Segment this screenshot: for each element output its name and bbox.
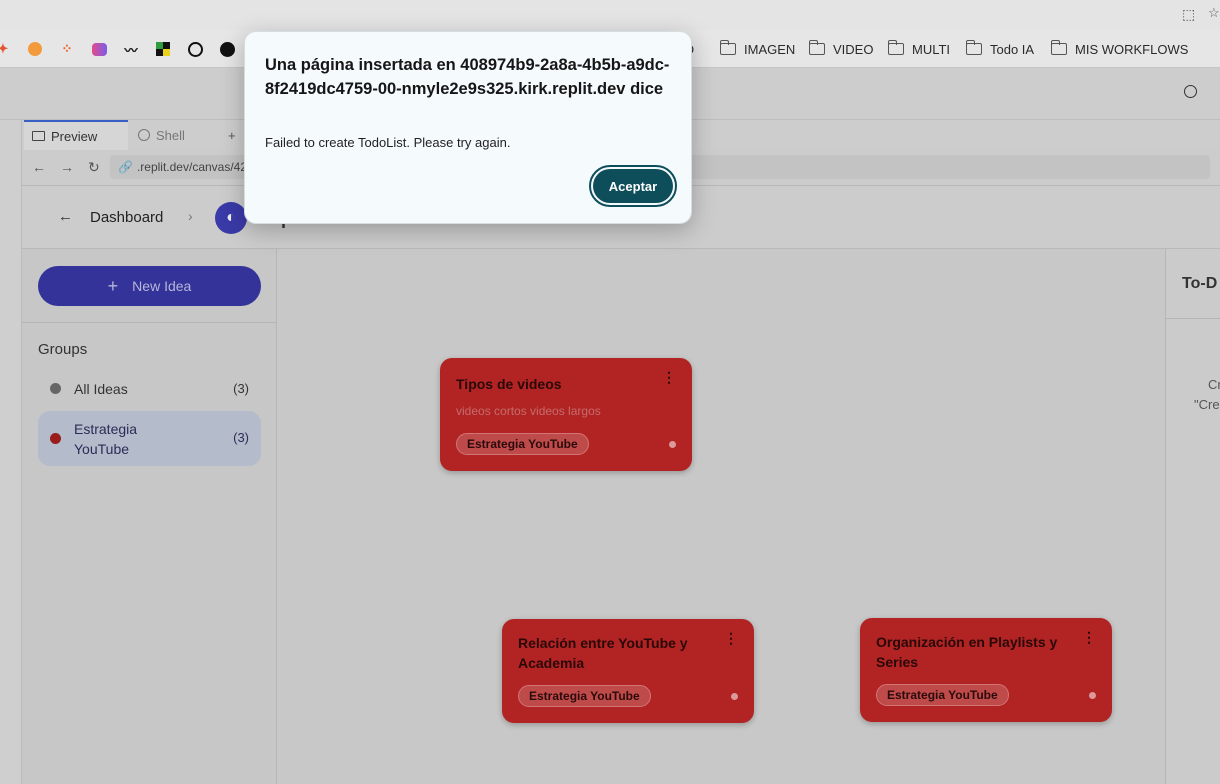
bookmark-label: VIDEO [833,41,874,57]
folder-icon [719,40,736,55]
checker-icon[interactable] [154,40,172,58]
tab-label: Shell [156,127,185,143]
tab-shell[interactable]: Shell [130,120,220,150]
dialog-message: Failed to create TodoList. Please try ag… [265,135,511,150]
back-icon[interactable]: ← [32,159,46,175]
star-icon[interactable]: ☆ [1208,5,1220,21]
groups-title: Groups [38,341,88,358]
status-dot [731,693,738,700]
status-dot [669,441,676,448]
search-icon[interactable] [1184,85,1197,98]
forward-icon[interactable]: → [60,159,74,175]
url-text: .replit.dev/canvas/42 [136,160,248,174]
folder-icon [887,40,904,55]
figma-icon[interactable]: ✦ [0,40,12,58]
tab-preview[interactable]: Preview [24,120,128,150]
orange-circle-icon[interactable] [26,40,44,58]
idea-canvas[interactable]: Tipos de videos ⋮ videos cortos videos l… [278,249,1165,784]
card-tag: Estrategia YouTube [876,684,1009,706]
github-icon[interactable] [186,40,204,58]
todo-empty-text: Cr [1208,377,1220,392]
tab-label: Preview [51,128,98,144]
idea-card[interactable]: Organización en Playlists y Series ⋮ Est… [860,618,1112,722]
folder-icon [965,40,982,55]
more-options-icon[interactable]: ⋮ [724,631,738,645]
group-label: All Ideas [74,381,128,397]
group-color-dot [50,383,61,394]
wave-icon[interactable]: 〰 [122,40,140,58]
palette-icon: ◐ [215,202,247,234]
todo-empty-hint: "Cre [1194,397,1220,412]
card-title: Relación entre YouTube y Academia [518,635,688,671]
link-icon: 🔗 [118,160,133,174]
monitor-icon [32,131,45,141]
divider [1166,318,1220,319]
group-color-dot [50,433,61,444]
alert-dialog: Una página insertada en 408974b9-2a8a-4b… [244,31,692,224]
divider [22,322,277,323]
back-arrow-icon[interactable]: ← [58,208,73,225]
chevron-right-icon: › [188,208,193,224]
bookmark-label: MULTI [912,41,951,57]
dialog-title: Una página insertada en 408974b9-2a8a-4b… [265,56,670,98]
pink-app-icon[interactable] [90,40,108,58]
folder-icon [1050,40,1067,55]
todo-panel-title: To-D [1182,275,1218,292]
install-app-icon[interactable]: ⬚ [1182,6,1195,23]
card-title: Organización en Playlists y Series [876,634,1058,670]
more-options-icon[interactable]: ⋮ [1082,630,1096,644]
idea-card[interactable]: Tipos de videos ⋮ videos cortos videos l… [440,358,692,471]
card-tag: Estrategia YouTube [456,433,589,455]
new-idea-button[interactable]: + New Idea [38,266,261,306]
reload-icon[interactable]: ↻ [88,159,100,176]
bookmark-folder-todo-ia[interactable]: Todo IA [965,30,1035,68]
todo-panel: To-D Cr "Cre [1165,249,1220,784]
idea-card[interactable]: Relación entre YouTube y Academia ⋮ Estr… [502,619,754,723]
bookmark-folder-multi[interactable]: MULTI [887,30,951,68]
breadcrumb-dashboard[interactable]: Dashboard [90,209,163,226]
bookmark-folder-video[interactable]: VIDEO [808,30,874,68]
terminal-icon [138,129,150,141]
face-icon[interactable] [218,40,236,58]
plus-icon: + [107,275,119,296]
group-all-ideas[interactable]: All Ideas (3) [38,377,261,401]
bookmark-folder-imagen[interactable]: IMAGEN [719,30,796,68]
bookmark-folder-mis-workflows[interactable]: MIS WORKFLOWS [1050,30,1189,68]
left-strip [0,120,22,784]
group-count: (3) [233,381,249,396]
group-count: (3) [233,430,249,445]
sidebar: + New Idea Groups All Ideas (3) Estrateg… [22,249,277,784]
bookmark-label: MIS WORKFLOWS [1075,41,1189,57]
card-tag: Estrategia YouTube [518,685,651,707]
status-dot [1089,692,1096,699]
more-options-icon[interactable]: ⋮ [662,370,676,384]
accept-button[interactable]: Aceptar [589,165,677,207]
add-tab-button[interactable]: + [220,120,240,150]
accept-label: Aceptar [593,169,673,203]
browser-top-strip: ⬚ ☆ [0,0,1220,30]
card-title: Tipos de videos [456,376,562,392]
group-label: Estrategia YouTube [74,421,138,457]
bookmark-label: Todo IA [990,41,1035,57]
group-estrategia-youtube[interactable]: Estrategia YouTube (3) [38,411,261,466]
dots-icon[interactable]: ⁘ [58,40,76,58]
card-description: videos cortos videos largos [456,404,601,418]
bookmark-label: IMAGEN [744,41,796,57]
new-idea-label: New Idea [132,278,192,294]
folder-icon [808,40,825,55]
